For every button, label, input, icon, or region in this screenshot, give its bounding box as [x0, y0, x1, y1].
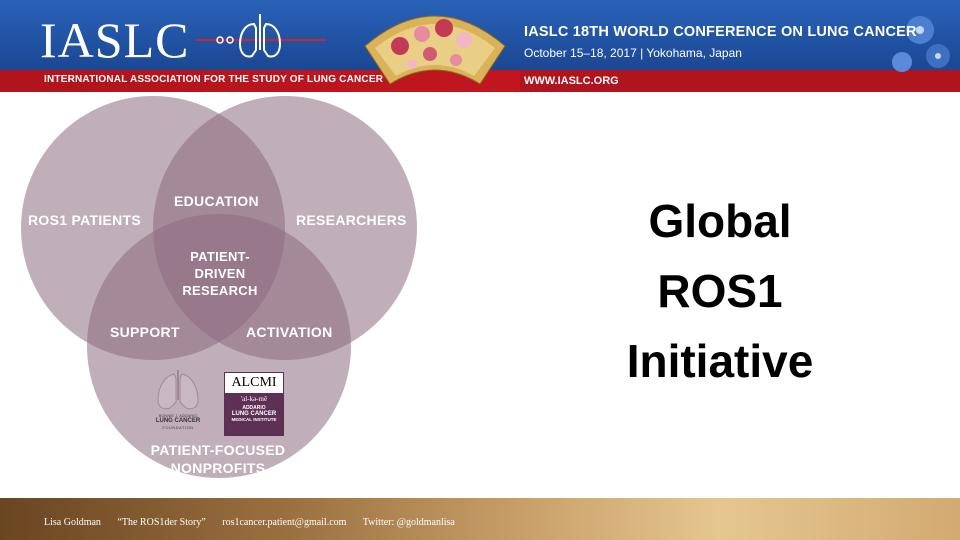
label-education: EDUCATION — [174, 193, 259, 209]
association-name: INTERNATIONAL ASSOCIATION FOR THE STUDY … — [44, 74, 384, 85]
title-line2: ROS1 — [657, 265, 783, 317]
lung-emblem-icon — [196, 14, 326, 58]
label-researchers: RESEARCHERS — [296, 212, 407, 228]
footer-text: Lisa Goldman “The ROS1der Story” ros1can… — [44, 517, 469, 528]
alcmi-pronunciation: 'al-kə-mē — [240, 395, 268, 403]
conference-header: IASLC INTERNATIONAL ASSOCIATION FOR THE … — [0, 0, 960, 92]
title-line1: Global — [648, 195, 792, 247]
slide-footer: Lisa Goldman “The ROS1der Story” ros1can… — [0, 498, 960, 540]
lcf-line3: FOUNDATION — [162, 425, 194, 430]
title-line3: Initiative — [626, 335, 814, 387]
footer-twitter: Twitter: @goldmanlisa — [362, 517, 455, 528]
label-nonprofits-line2: NONPROFITS — [170, 460, 266, 476]
alcmi-sub3: MEDICAL INSTITUTE — [231, 417, 277, 422]
iaslc-logo-text: IASLC — [40, 12, 190, 68]
conference-website: WWW.IASLC.ORG — [524, 75, 619, 87]
folding-fan-flower-icon — [364, 15, 506, 85]
slide-title: Global ROS1 Initiative — [560, 186, 880, 396]
alcmi-logo: ALCMI 'al-kə-mē ADDARIO LUNG CANCER MEDI… — [224, 372, 284, 436]
footer-talk-title: “The ROS1der Story” — [117, 517, 206, 528]
blue-flower-icon — [892, 16, 950, 72]
footer-author: Lisa Goldman — [44, 517, 101, 528]
lung-cancer-foundation-logo-icon — [157, 370, 199, 410]
conference-date: October 15–18, 2017 | Yokohama, Japan — [524, 46, 742, 60]
label-nonprofits-line1: PATIENT-FOCUSED — [150, 442, 286, 458]
label-center-line3: RESEARCH — [182, 283, 258, 298]
label-activation: ACTIVATION — [246, 324, 333, 340]
label-center: PATIENT- DRIVEN RESEARCH — [168, 248, 272, 299]
footer-email: ros1cancer.patient@gmail.com — [222, 517, 347, 528]
label-nonprofits: PATIENT-FOCUSED NONPROFITS — [138, 441, 298, 477]
alcmi-name: ALCMI — [231, 375, 277, 390]
label-support: SUPPORT — [110, 324, 180, 340]
conference-title: IASLC 18TH WORLD CONFERENCE ON LUNG CANC… — [524, 24, 917, 40]
alcmi-band: 'al-kə-mē ADDARIO LUNG CANCER MEDICAL IN… — [225, 393, 283, 435]
label-center-line1: PATIENT- — [190, 249, 250, 264]
label-ros1-patients: ROS1 PATIENTS — [28, 212, 142, 228]
label-center-line2: DRIVEN — [194, 266, 246, 281]
lcf-line2: LUNG CANCER — [155, 418, 201, 424]
